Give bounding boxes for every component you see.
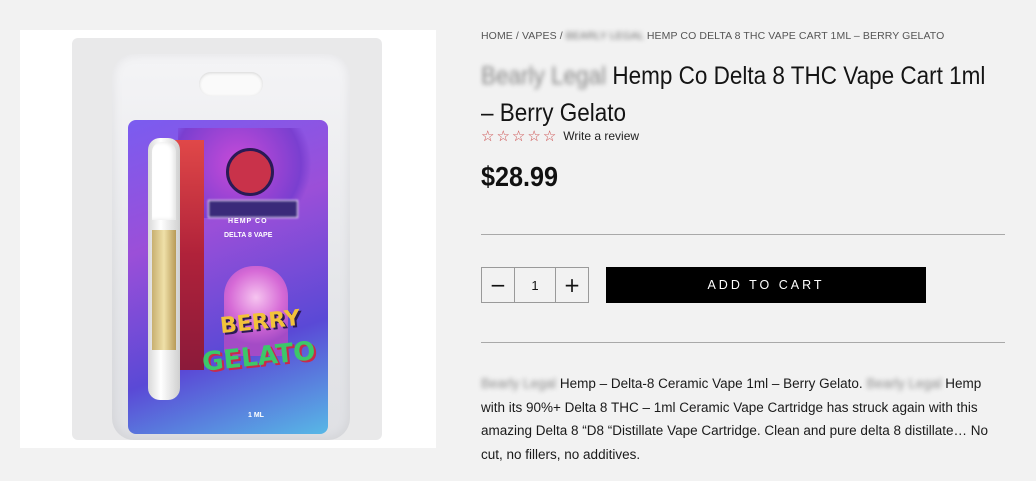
package-hemp-co: HEMP CO [228, 218, 268, 225]
quantity-decrease-button[interactable]: − [482, 268, 514, 302]
desc-brand-blurred: Bearly Legal [481, 376, 557, 391]
cartridge-oil [152, 230, 176, 350]
package-gelato-text: GELATO [200, 336, 317, 378]
breadcrumb-vapes[interactable]: VAPES [522, 30, 557, 42]
product-price: $28.99 [481, 161, 559, 192]
package-size: 1 ML [248, 412, 264, 419]
product-description: Bearly Legal Hemp – Delta-8 Ceramic Vape… [481, 372, 1005, 466]
breadcrumb-current: HEMP CO DELTA 8 THC VAPE CART 1ML – BERR… [643, 30, 945, 42]
divider [481, 342, 1005, 343]
product-details: HOME / VAPES / BEARLY LEGAL HEMP CO DELT… [481, 30, 1005, 462]
quantity-increase-button[interactable]: + [556, 268, 588, 302]
breadcrumb: HOME / VAPES / BEARLY LEGAL HEMP CO DELT… [481, 30, 1005, 42]
breadcrumb-brand-blurred: BEARLY LEGAL [565, 30, 644, 42]
add-to-cart-button[interactable]: ADD TO CART [606, 267, 926, 303]
bear-logo-icon [226, 148, 274, 196]
desc-brand-blurred: Bearly Legal [866, 376, 942, 391]
breadcrumb-separator: / [556, 30, 566, 42]
quantity-input[interactable] [514, 268, 556, 302]
breadcrumb-home[interactable]: HOME [481, 30, 513, 42]
breadcrumb-separator: / [512, 30, 522, 42]
hang-hole [199, 72, 263, 96]
product-image[interactable]: HEMP CO DELTA 8 VAPE BERRY GELATO 1 ML [20, 30, 436, 448]
divider [481, 234, 1005, 235]
package-brand-blurred [208, 200, 298, 218]
cartridge-tip [152, 142, 176, 220]
quantity-stepper: − + [481, 267, 589, 303]
product-title: Bearly Legal Hemp Co Delta 8 THC Vape Ca… [481, 58, 1003, 132]
package-delta-label: DELTA 8 VAPE [224, 232, 273, 239]
title-brand-blurred: Bearly Legal [481, 62, 607, 90]
desc-text: Hemp – Delta-8 Ceramic Vape 1ml – Berry … [556, 376, 867, 391]
package-card: HEMP CO DELTA 8 VAPE BERRY GELATO 1 ML [128, 120, 328, 434]
